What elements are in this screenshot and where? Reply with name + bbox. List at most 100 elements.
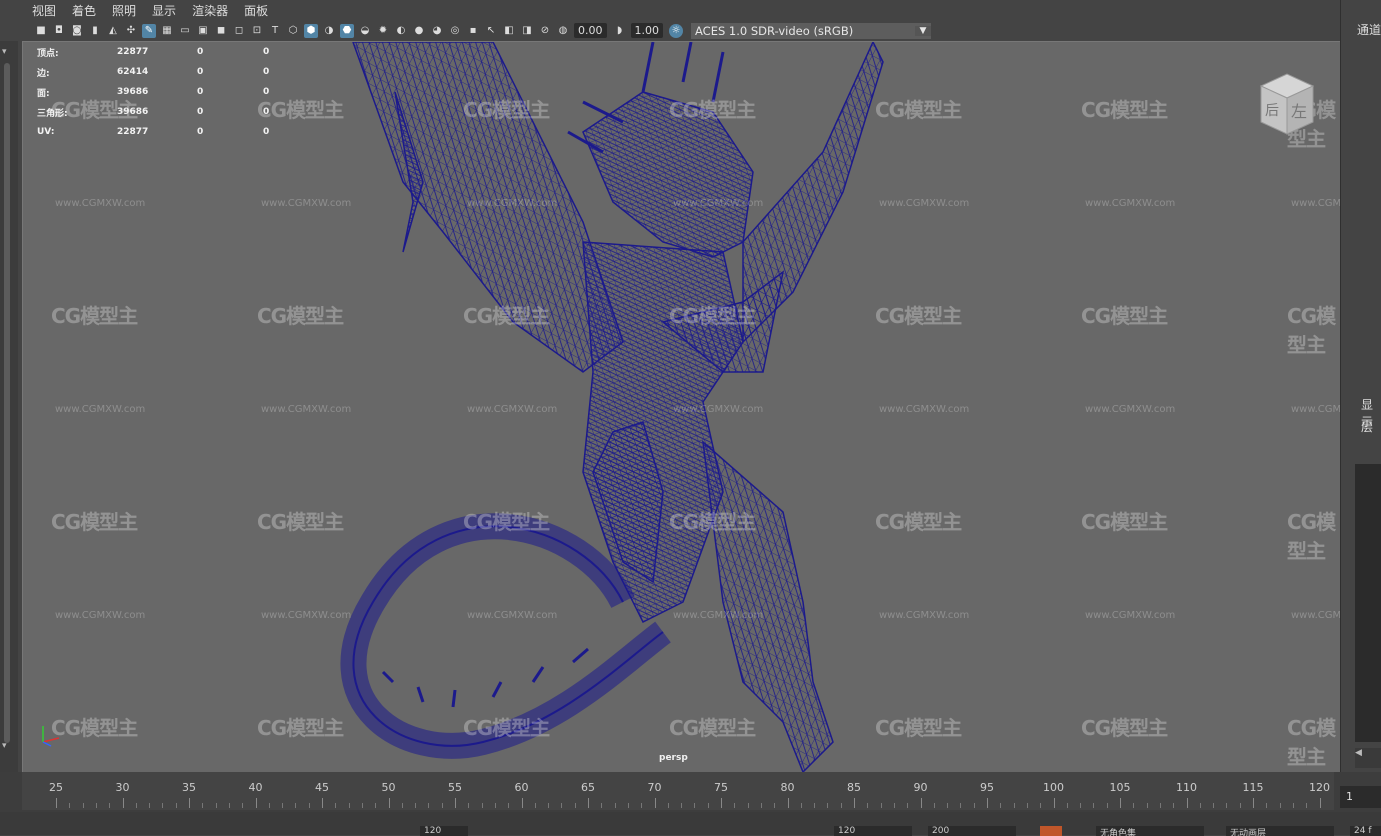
field-chart-icon[interactable]: ◻ [232, 24, 246, 38]
watermark-logo: CG模型主 [257, 510, 344, 534]
time-ruler[interactable]: 25 30 35 40 45 50 55 60 65 70 75 80 85 90 95 100 105 110 1… [22, 772, 1334, 810]
scrollbar-thumb[interactable] [4, 63, 10, 743]
bookmark-icon[interactable]: ▮ [88, 24, 102, 38]
layer-tab[interactable]: 层 [1361, 418, 1373, 435]
timeline-tick-label: 25 [49, 781, 63, 794]
grid-icon[interactable]: ▦ [160, 24, 174, 38]
watermark-logo: CG模型主 [51, 304, 138, 328]
view-cube-back[interactable]: 后 [1265, 100, 1279, 120]
view-transform-dropdown[interactable]: ACES 1.0 SDR-video (sRGB) ▼ [691, 22, 931, 39]
timeline-tick-label: 90 [913, 781, 928, 794]
watermark-url: www.CGMXW.com [467, 404, 558, 415]
exposure-field[interactable]: 0.00 [574, 23, 607, 38]
timeline-tick-minor [694, 803, 696, 808]
ambient-occlusion-icon[interactable]: ● [412, 24, 426, 38]
gate-mask-icon[interactable]: ◼ [214, 24, 228, 38]
watermark-logo: CG模型主 [1287, 716, 1336, 769]
exposure-reset-icon[interactable]: ◍ [556, 24, 570, 38]
scroll-down-icon[interactable]: ▾ [2, 741, 14, 753]
safe-action-icon[interactable]: ⊡ [250, 24, 264, 38]
menu-renderer[interactable]: 渲染器 [192, 2, 228, 19]
menu-view[interactable]: 视图 [32, 2, 56, 19]
motion-blur-icon[interactable]: ◕ [430, 24, 444, 38]
layer-scroll-left-icon[interactable]: ◀ [1355, 748, 1381, 768]
menu-show[interactable]: 显示 [152, 2, 176, 19]
hud-v1: 39686 [117, 87, 149, 97]
timeline-tick-minor [1133, 803, 1135, 808]
channel-tab[interactable]: 通道 [1357, 21, 1381, 38]
menu-lighting[interactable]: 照明 [112, 2, 136, 19]
safe-title-icon[interactable]: T [268, 24, 282, 38]
time-slider[interactable]: 25 30 35 40 45 50 55 60 65 70 75 80 85 90 95 100 105 110 1… [0, 772, 1381, 812]
timeline-tick-minor [109, 803, 111, 808]
timeline-tick-label: 40 [248, 781, 263, 794]
perspective-viewport[interactable]: CG模型主 www.CGMXW.com CG模型主 www.CGMXW.com CG模型… [22, 41, 1342, 774]
isolate-select-icon[interactable]: ↖ [484, 24, 498, 38]
film-gate-icon[interactable]: ▭ [178, 24, 192, 38]
timeline-tick-minor [268, 803, 270, 808]
wireframe-on-shaded-icon[interactable]: ⬣ [340, 23, 354, 38]
watermark-url: www.CGMXW.com [261, 404, 352, 415]
layer-list[interactable] [1355, 464, 1381, 742]
light-icon[interactable]: ✹ [376, 24, 390, 38]
timeline-tick-minor [947, 803, 949, 808]
timeline-tick-minor [215, 803, 217, 808]
timeline-tick-minor [202, 803, 204, 808]
default-material-icon[interactable]: ◑ [322, 24, 336, 38]
grease-pencil-icon[interactable]: ✎ [142, 23, 156, 38]
timeline-tick-minor [893, 803, 895, 808]
gamma-icon[interactable]: ◗ [613, 24, 627, 38]
hud-v3: 0 [263, 47, 270, 57]
timeline-tick-minor [1213, 803, 1215, 808]
watermark-url: www.CGMXW.com [879, 198, 970, 209]
timeline-tick-minor [880, 803, 882, 808]
watermark-url: www.CGMXW.com [55, 198, 146, 209]
gamma-field[interactable]: 1.00 [630, 23, 663, 38]
camera-icon[interactable]: ■ [34, 24, 48, 38]
timeline-tick-label: 60 [514, 781, 529, 794]
pan-zoom-icon[interactable]: ✣ [124, 24, 138, 38]
range-slider: 120 120 200 无角色集 无动画层 24 f [0, 812, 1381, 836]
timeline-tick-label: 120 [1309, 781, 1330, 794]
menu-panels[interactable]: 面板 [244, 2, 268, 19]
hud-lbl: UV: [37, 127, 55, 137]
timeline-tick-major [987, 798, 988, 808]
hud-row: 顶点: 22877 0 0 [37, 42, 303, 62]
watermark-logo: CG模型主 [463, 716, 550, 740]
current-frame-field[interactable]: 1 [1340, 786, 1381, 808]
xray-joints-icon[interactable]: ◧ [502, 24, 516, 38]
timeline-tick-label: 115 [1242, 781, 1264, 794]
xray-active-icon[interactable]: ◨ [520, 24, 534, 38]
watermark-url: www.CGMXW.com [1085, 610, 1176, 621]
timeline-tick-minor [1159, 803, 1161, 808]
wireframe-icon[interactable]: ⬡ [286, 24, 300, 38]
left-scroll-strip[interactable]: ▾ ▾ [0, 41, 18, 772]
view-cube[interactable]: 后 左 [1253, 72, 1319, 136]
camera-attr-icon[interactable]: ◙ [70, 24, 84, 38]
xray-icon[interactable]: ◒ [358, 24, 372, 38]
timeline-tick-major [854, 798, 855, 808]
scroll-up-icon[interactable]: ▾ [2, 47, 14, 59]
hud-row: 边: 62414 0 0 [37, 62, 303, 82]
exposure-icon[interactable]: ⊘ [538, 24, 552, 38]
timeline-tick-minor [1279, 803, 1281, 808]
color-management-toggle-icon[interactable]: ☼ [669, 23, 683, 38]
timeline-tick-minor [1239, 803, 1241, 808]
hud-v3: 0 [263, 87, 270, 97]
antialiasing-icon[interactable]: ◎ [448, 24, 462, 38]
smooth-shade-icon[interactable]: ⬢ [304, 23, 318, 38]
timeline-tick-major [721, 798, 722, 808]
view-cube-left[interactable]: 左 [1291, 98, 1307, 122]
timeline-tick-major [455, 798, 456, 808]
timeline-tick-minor [734, 803, 736, 808]
menu-shading[interactable]: 着色 [72, 2, 96, 19]
depth-of-field-icon[interactable]: ▪ [466, 24, 480, 38]
image-plane-icon[interactable]: ◭ [106, 24, 120, 38]
timeline-tick-label: 100 [1043, 781, 1064, 794]
timeline-tick-minor [1292, 803, 1294, 808]
camera-lock-icon[interactable]: ◘ [52, 24, 66, 38]
timeline-tick-major [787, 798, 789, 808]
timeline-tick-minor [747, 803, 749, 808]
shadow-icon[interactable]: ◐ [394, 24, 408, 38]
resolution-gate-icon[interactable]: ▣ [196, 24, 210, 38]
